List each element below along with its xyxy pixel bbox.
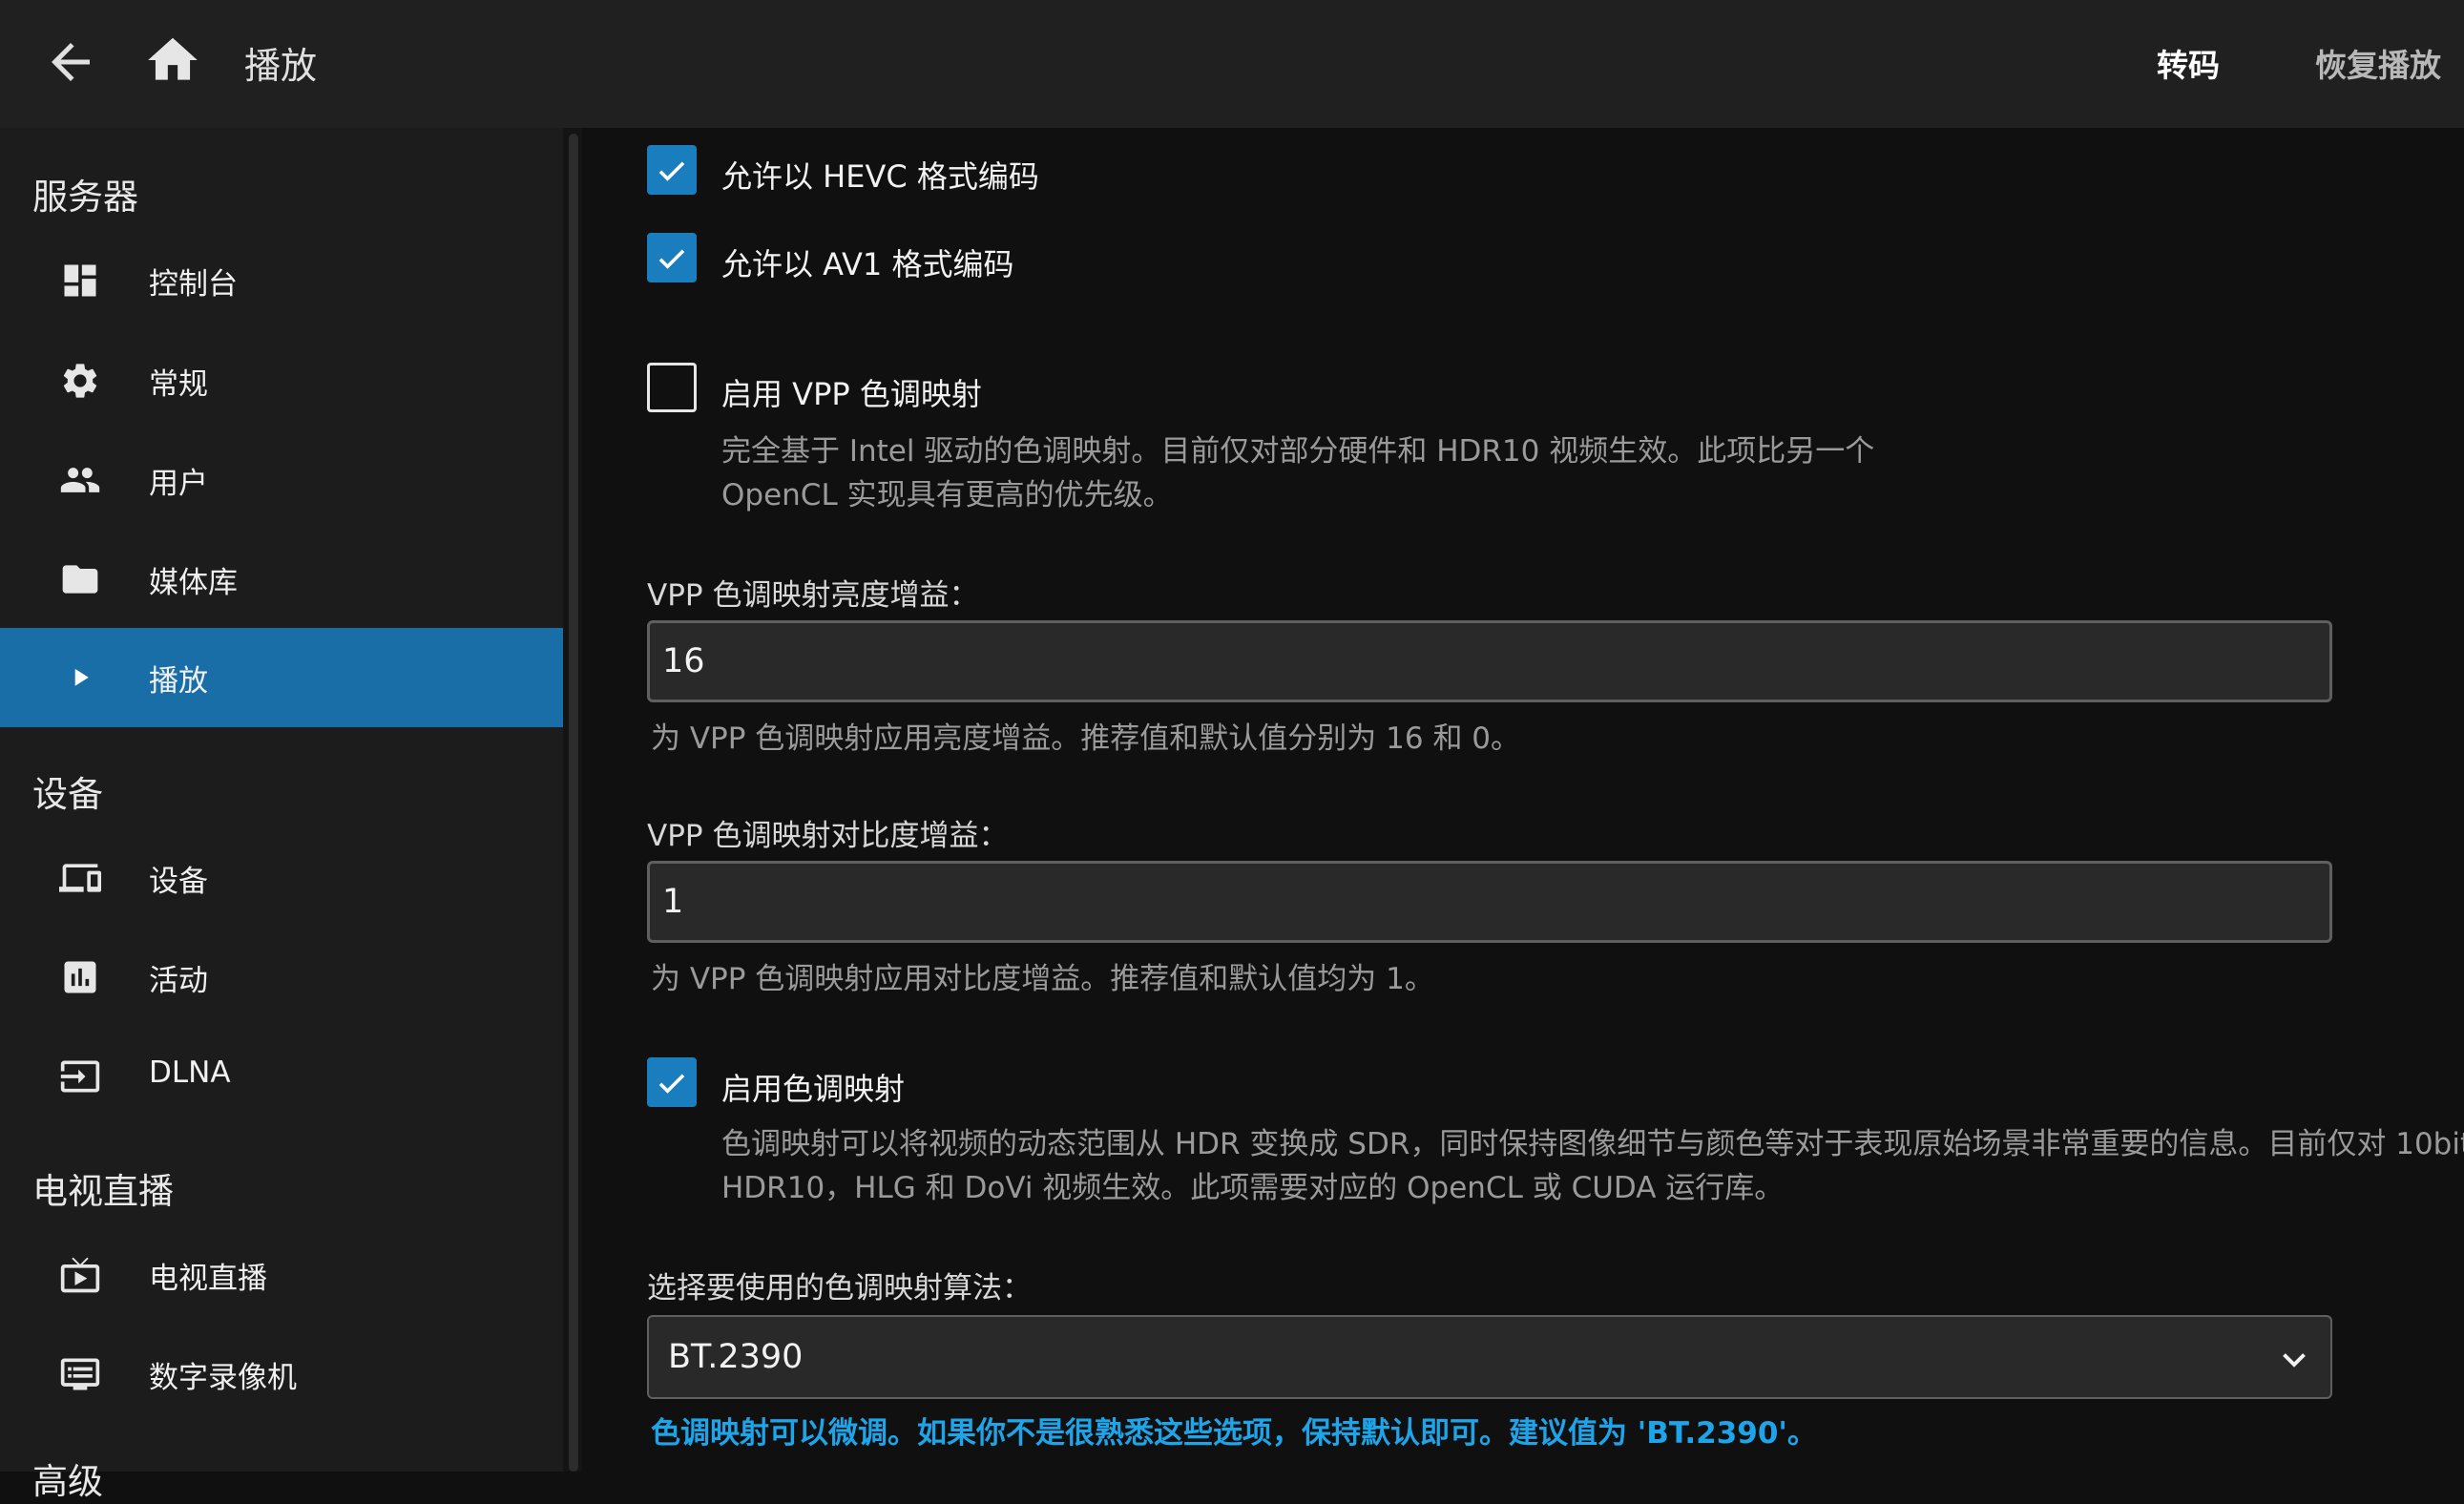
- chevron-down-icon: [2283, 1353, 2306, 1368]
- sidebar-item-users[interactable]: 用户: [0, 430, 563, 530]
- sidebar-item-label: 播放: [149, 664, 208, 699]
- checkmark-icon: [658, 161, 685, 181]
- algorithm-select[interactable]: BT.2390: [647, 1315, 2332, 1399]
- people-icon: [60, 468, 100, 492]
- sidebar-item-label: 电视直播: [149, 1262, 267, 1296]
- vpp-tonemap-description: 完全基于 Intel 驱动的色调映射。目前仅对部分硬件和 HDR10 视频生效。…: [721, 434, 1875, 512]
- sidebar-item-label: 活动: [149, 964, 208, 998]
- sidebar-section-server: 服务器: [32, 177, 138, 218]
- resume-link[interactable]: 恢复播放: [2315, 40, 2441, 86]
- devices-icon: [59, 864, 101, 892]
- sidebar-section-advanced: 高级: [32, 1461, 103, 1502]
- hevc-label[interactable]: 允许以 HEVC 格式编码: [721, 153, 1039, 197]
- sidebar-item-playback[interactable]: 播放: [0, 628, 563, 727]
- sidebar-item-label: DLNA: [149, 1055, 231, 1090]
- av1-label[interactable]: 允许以 AV1 格式编码: [721, 240, 1013, 284]
- sidebar-item-label: 常规: [149, 367, 208, 402]
- input-icon: [60, 1060, 100, 1093]
- sidebar-item-dlna[interactable]: DLNA: [0, 1027, 563, 1126]
- bar-chart-icon: [64, 961, 96, 993]
- dvr-icon: [60, 1358, 100, 1390]
- sidebar-section-devices: 设备: [32, 774, 103, 815]
- sidebar-item-library[interactable]: 媒体库: [0, 530, 563, 629]
- sidebar-item-label: 媒体库: [149, 566, 238, 600]
- av1-checkbox[interactable]: [647, 233, 697, 282]
- app-header: 播放 转码 恢复播放: [0, 0, 2464, 128]
- sidebar: 服务器 控制台 常规 用户 媒体库 播放 设备 设备 活动 DLNA 电视直播 …: [0, 128, 563, 1502]
- vpp-brightness-label: VPP 色调映射亮度增益：: [647, 578, 979, 613]
- checkmark-icon: [658, 1074, 685, 1094]
- page-title: 播放: [244, 45, 318, 87]
- sidebar-item-label: 控制台: [149, 267, 238, 302]
- sidebar-scrollbar[interactable]: [569, 134, 578, 1472]
- sidebar-item-devices[interactable]: 设备: [0, 828, 563, 928]
- transcode-link[interactable]: 转码: [2157, 40, 2220, 86]
- tonemap-checkbox[interactable]: [647, 1057, 697, 1107]
- sidebar-item-live-tv[interactable]: 电视直播: [0, 1225, 563, 1325]
- vpp-contrast-label: VPP 色调映射对比度增益：: [647, 819, 1009, 853]
- gear-icon: [63, 364, 97, 398]
- sidebar-item-general[interactable]: 常规: [0, 331, 563, 430]
- play-icon: [74, 668, 89, 686]
- checkmark-icon: [658, 249, 685, 269]
- algorithm-help: 色调映射可以微调。如果你不是很熟悉这些选项，保持默认即可。建议值为 'BT.23…: [651, 1416, 1817, 1451]
- vpp-tonemap-checkbox[interactable]: [647, 363, 697, 412]
- playback-settings: 允许以 HEVC 格式编码 允许以 AV1 格式编码 启用 VPP 色调映射 完…: [582, 128, 2464, 1472]
- vpp-tonemap-label[interactable]: 启用 VPP 色调映射: [721, 370, 982, 414]
- live-tv-icon: [60, 1257, 100, 1293]
- sidebar-item-dashboard[interactable]: 控制台: [0, 231, 563, 330]
- hevc-checkbox[interactable]: [647, 145, 697, 195]
- tonemap-description: 色调映射可以将视频的动态范围从 HDR 变换成 SDR，同时保持图像细节与颜色等…: [721, 1127, 2464, 1205]
- sidebar-item-label: 用户: [149, 467, 208, 501]
- back-arrow-icon[interactable]: [42, 33, 99, 91]
- dashboard-icon: [64, 264, 96, 297]
- tonemap-label[interactable]: 启用色调映射: [721, 1065, 905, 1109]
- vpp-contrast-input[interactable]: 1: [647, 861, 2332, 943]
- algorithm-selected-value: BT.2390: [668, 1338, 804, 1376]
- sidebar-item-dvr[interactable]: 数字录像机: [0, 1325, 563, 1424]
- sidebar-item-label: 数字录像机: [149, 1361, 297, 1395]
- sidebar-item-label: 设备: [149, 865, 208, 899]
- sidebar-section-live-tv: 电视直播: [32, 1171, 174, 1212]
- vpp-contrast-help: 为 VPP 色调映射应用对比度增益。推荐值和默认值均为 1。: [651, 962, 1434, 996]
- vpp-brightness-help: 为 VPP 色调映射应用亮度增益。推荐值和默认值分别为 16 和 0。: [651, 721, 1521, 756]
- algorithm-label: 选择要使用的色调映射算法：: [647, 1271, 1032, 1306]
- folder-icon: [62, 565, 98, 594]
- vpp-brightness-input[interactable]: 16: [647, 620, 2332, 702]
- sidebar-item-activity[interactable]: 活动: [0, 928, 563, 1027]
- home-icon[interactable]: [143, 31, 202, 90]
